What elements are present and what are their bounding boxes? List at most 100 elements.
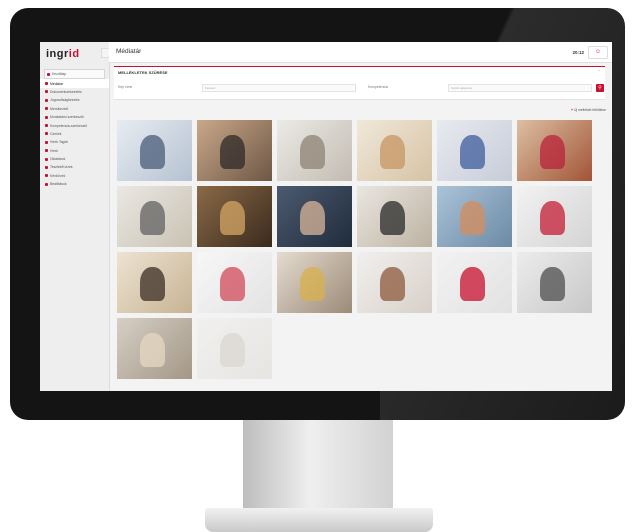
sidebar-item[interactable]: Címkék [40, 130, 109, 138]
media-icon [45, 82, 48, 86]
image-subject [299, 135, 325, 169]
search-icon: ⚲ [598, 85, 602, 91]
sidebar-item[interactable]: Tesztek/Kvízek [40, 163, 109, 171]
star-icon [45, 124, 48, 128]
app-logo[interactable]: ingrid [46, 48, 80, 60]
sidebar-item-label: Kezdőlap [52, 72, 67, 77]
sidebar-item-label: Médiatár [50, 81, 64, 86]
sidebar-item[interactable]: Kezdőlap [44, 69, 105, 80]
search-button[interactable]: ⚲ [596, 84, 604, 92]
gallery-image[interactable] [517, 120, 592, 181]
image-subject [539, 267, 565, 301]
image-subject [459, 201, 485, 235]
sidebar-item[interactable]: Hírek [40, 147, 109, 155]
check-icon [45, 157, 48, 161]
competence-select[interactable]: Kérjük válasszon [448, 84, 592, 92]
gallery-image[interactable] [277, 120, 352, 181]
sidebar-item-label: Kérdőívek [50, 173, 66, 178]
image-subject [219, 201, 245, 235]
gallery-image[interactable] [117, 318, 192, 379]
gallery-image[interactable] [117, 186, 192, 247]
upload-new-button[interactable]: +Új melléklet feltöltése [571, 108, 606, 112]
sidebar-item-label: Kompetencia-szerkesztő [50, 123, 88, 128]
sidebar-item[interactable]: Dokumentumkezelés [40, 88, 109, 96]
tag-icon [45, 132, 48, 136]
top-bar: Médiatár 20:12 ☺ [109, 42, 612, 63]
sidebar-item[interactable]: Médiatár [40, 79, 109, 88]
sidebar-item[interactable]: Hírek Tagek [40, 138, 109, 146]
sidebar-item[interactable]: Menükezelő [40, 105, 109, 113]
gallery-image[interactable] [437, 186, 512, 247]
sidebar-item-label: Menükezelő [50, 106, 69, 111]
sidebar-item[interactable]: Jogosultságkezelés [40, 96, 109, 104]
image-subject [219, 135, 245, 169]
image-subject [219, 267, 245, 301]
image-title-input[interactable]: Keresés [202, 84, 356, 92]
user-icon: ☺ [594, 49, 602, 55]
image-subject [139, 333, 165, 367]
gallery-image[interactable] [197, 120, 272, 181]
monitor-stand-base [205, 508, 433, 532]
home-icon [47, 72, 50, 76]
image-subject [139, 135, 165, 169]
upload-new-label: Új melléklet feltöltése [573, 108, 606, 112]
sidebar: ingrid Kezdőlap Médiatár Dokumentumkezelés… [40, 42, 111, 391]
image-subject [379, 267, 405, 301]
image-subject [539, 135, 565, 169]
sidebar-item-label: Hírek [50, 148, 59, 153]
gallery-image[interactable] [517, 186, 592, 247]
image-subject [219, 333, 245, 367]
image-title-label: Kép címe [118, 85, 133, 89]
image-subject [379, 135, 405, 169]
sidebar-item[interactable]: Munkatársi szerkesztő [40, 113, 109, 121]
clock: 20:12 [572, 50, 584, 55]
sidebar-item[interactable]: Beállítások [40, 180, 109, 188]
gallery-image[interactable] [437, 120, 512, 181]
user-menu-button[interactable]: ☺ [588, 46, 608, 59]
gallery-image[interactable] [277, 186, 352, 247]
news-icon [45, 149, 48, 153]
gallery-image[interactable] [277, 252, 352, 313]
sidebar-item[interactable]: Kérdőívek [40, 172, 109, 180]
news-icon [45, 140, 48, 144]
filter-panel: MELLÉKLETEK SZŰRÉSE ⌃ Kép címe Keresés K… [114, 66, 605, 100]
image-subject [539, 201, 565, 235]
user-icon [45, 115, 48, 119]
sidebar-item[interactable]: Oktatások [40, 155, 109, 163]
sidebar-item[interactable]: Kompetencia-szerkesztő [40, 121, 109, 129]
plus-icon: + [570, 108, 573, 112]
collapse-icon[interactable]: ⌃ [598, 69, 601, 74]
media-gallery [117, 120, 597, 390]
image-subject [459, 267, 485, 301]
gallery-image[interactable] [437, 252, 512, 313]
gear-icon [45, 182, 48, 186]
page-title: Médiatár [116, 48, 142, 55]
gallery-image[interactable] [197, 318, 272, 379]
document-icon [45, 90, 48, 94]
sidebar-nav: Kezdőlap Médiatár Dokumentumkezelés Jogosul… [40, 69, 109, 188]
monitor-stand-neck [243, 420, 393, 510]
gallery-image[interactable] [357, 252, 432, 313]
sidebar-item-label: Jogosultságkezelés [50, 98, 80, 103]
sidebar-item-label: Hírek Tagek [50, 140, 69, 145]
sidebar-item-label: Beállítások [50, 182, 67, 187]
gallery-image[interactable] [357, 186, 432, 247]
sidebar-item-label: Munkatársi szerkesztő [50, 115, 84, 120]
form-icon [45, 174, 48, 178]
sidebar-item-label: Oktatások [50, 157, 66, 162]
sidebar-item-label: Dokumentumkezelés [50, 89, 82, 94]
logo-main: ingr [46, 48, 69, 60]
key-icon [45, 98, 48, 102]
competence-label: Kompetencia [368, 85, 388, 89]
gallery-image[interactable] [197, 186, 272, 247]
image-subject [459, 135, 485, 169]
image-subject [379, 201, 405, 235]
gallery-image[interactable] [357, 120, 432, 181]
gallery-image[interactable] [517, 252, 592, 313]
gallery-image[interactable] [197, 252, 272, 313]
menu-icon [45, 107, 48, 111]
image-subject [139, 201, 165, 235]
gallery-image[interactable] [117, 252, 192, 313]
gallery-image[interactable] [117, 120, 192, 181]
image-subject [299, 267, 325, 301]
